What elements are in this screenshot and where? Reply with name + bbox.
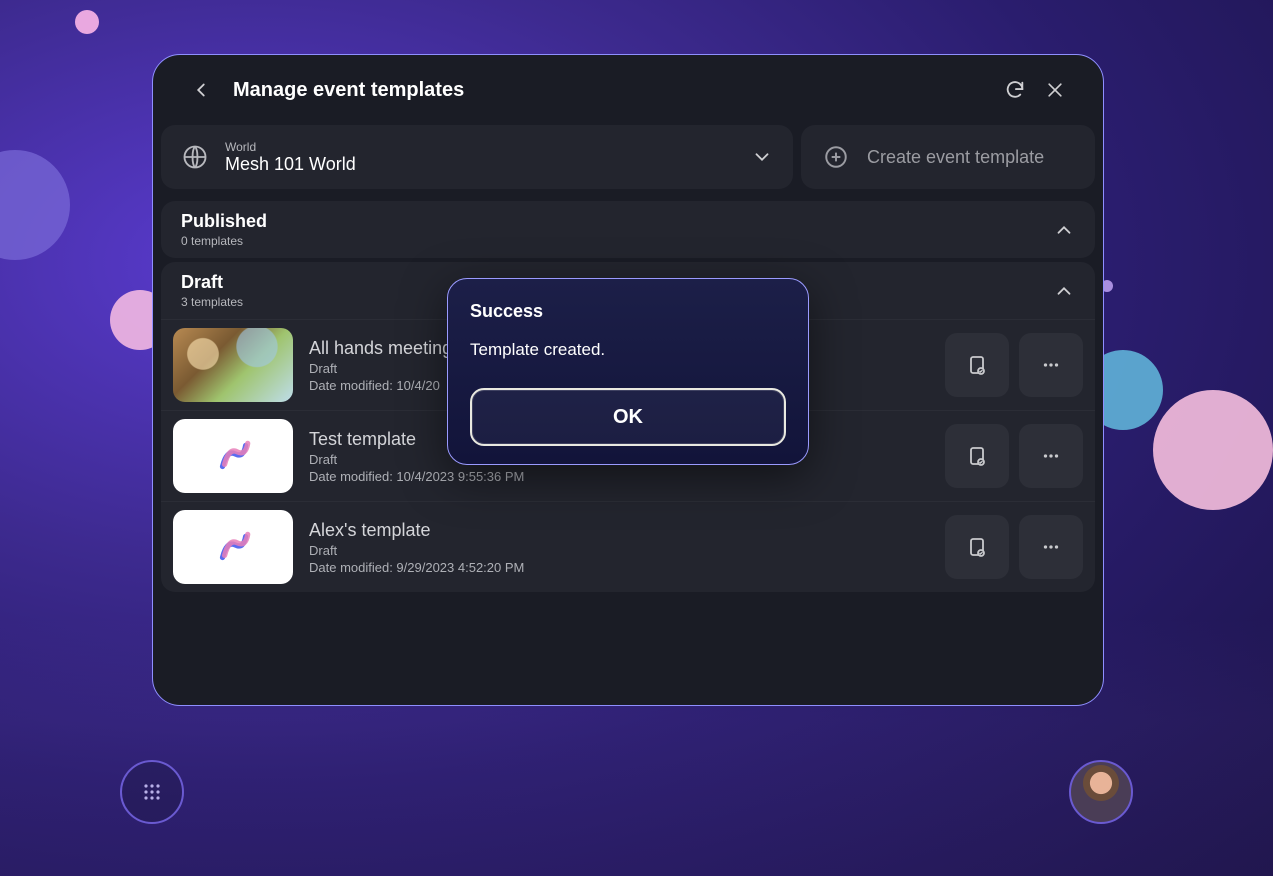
device-icon <box>965 353 989 377</box>
avatar-button[interactable] <box>1069 760 1133 824</box>
refresh-icon <box>1004 79 1026 101</box>
more-icon <box>1040 354 1062 376</box>
success-dialog: Success Template created. OK <box>447 278 809 465</box>
grid-icon <box>140 780 164 804</box>
template-more-button[interactable] <box>1019 515 1083 579</box>
world-selector[interactable]: World Mesh 101 World <box>161 125 793 189</box>
template-thumbnail <box>173 419 293 493</box>
template-date: Date modified: 10/4/2023 9:55:36 PM <box>309 469 929 484</box>
decorative-orb <box>75 10 99 34</box>
template-copy-button[interactable] <box>945 424 1009 488</box>
template-more-button[interactable] <box>1019 424 1083 488</box>
chevron-up-icon <box>1053 219 1075 241</box>
close-icon <box>1045 80 1065 100</box>
device-icon <box>965 444 989 468</box>
decorative-orb <box>0 150 70 260</box>
published-title: Published <box>181 211 1053 232</box>
plus-circle-icon <box>823 144 849 170</box>
refresh-button[interactable] <box>995 70 1035 110</box>
device-icon <box>965 535 989 559</box>
app-grid-button[interactable] <box>120 760 184 824</box>
arrow-left-icon <box>190 79 212 101</box>
more-icon <box>1040 536 1062 558</box>
back-button[interactable] <box>181 70 221 110</box>
template-copy-button[interactable] <box>945 333 1009 397</box>
chevron-up-icon <box>1053 280 1075 302</box>
create-template-button[interactable]: Create event template <box>801 125 1095 189</box>
dialog-ok-button[interactable]: OK <box>470 388 786 446</box>
create-template-label: Create event template <box>867 147 1044 168</box>
globe-icon <box>181 143 209 171</box>
world-value: Mesh 101 World <box>225 154 735 175</box>
decorative-orb <box>1153 390 1273 510</box>
chevron-down-icon <box>751 146 773 168</box>
dialog-message: Template created. <box>470 340 786 360</box>
template-status: Draft <box>309 543 929 558</box>
template-thumbnail <box>173 510 293 584</box>
dialog-title: Success <box>470 301 786 322</box>
dialog-ok-label: OK <box>613 406 643 429</box>
world-label: World <box>225 140 735 154</box>
template-thumbnail <box>173 328 293 402</box>
close-button[interactable] <box>1035 70 1075 110</box>
published-section-header[interactable]: Published 0 templates <box>161 201 1095 258</box>
template-more-button[interactable] <box>1019 333 1083 397</box>
template-name: Alex's template <box>309 520 929 541</box>
more-icon <box>1040 445 1062 467</box>
panel-header: Manage event templates <box>153 55 1103 125</box>
published-count: 0 templates <box>181 234 1053 248</box>
template-date: Date modified: 9/29/2023 4:52:20 PM <box>309 560 929 575</box>
panel-title: Manage event templates <box>233 79 995 102</box>
template-copy-button[interactable] <box>945 515 1009 579</box>
template-row[interactable]: Alex's template Draft Date modified: 9/2… <box>161 501 1095 592</box>
